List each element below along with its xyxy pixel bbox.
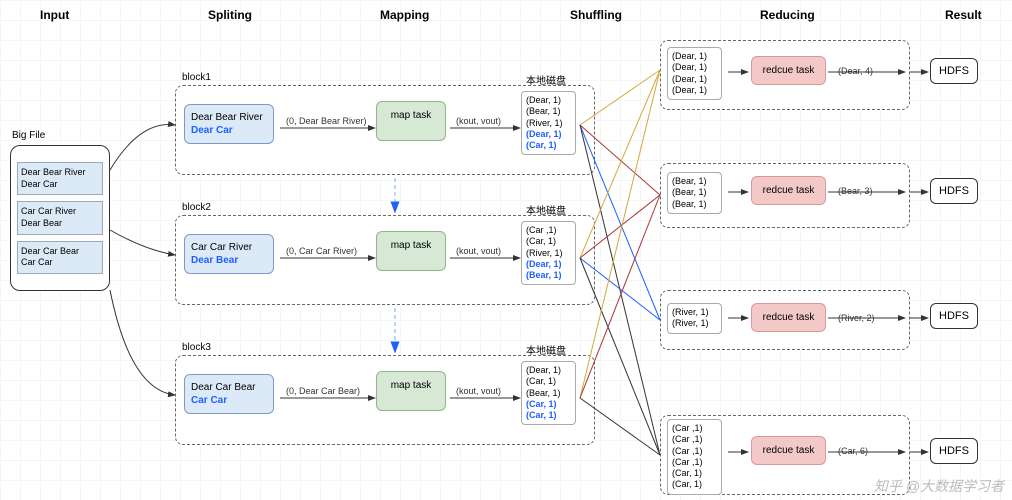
reduce-task: redcue task	[751, 436, 826, 465]
kv: (Car, 1)	[526, 410, 571, 421]
kv: (River, 1)	[672, 318, 717, 329]
watermark: 知乎 @大数据学习者	[874, 476, 1004, 496]
reduce-out: (Bear, 3)	[836, 186, 875, 196]
kv: (Car ,1)	[672, 457, 717, 468]
kv: (Bear, 1)	[526, 388, 571, 399]
hdfs-box: HDFS	[930, 178, 978, 204]
kv: (Car ,1)	[672, 434, 717, 445]
reduce-task: redcue task	[751, 56, 826, 85]
block3-label: block3	[182, 342, 211, 353]
split-line: Dear Car	[191, 124, 267, 137]
file-item: Car Car River Dear Bear	[17, 201, 103, 234]
block2-split: Car Car River Dear Bear	[184, 234, 274, 274]
shuffle-in: (Car ,1) (Car ,1) (Car ,1) (Car ,1) (Car…	[667, 419, 722, 495]
split-line: Dear Bear	[191, 254, 267, 267]
kv: (River, 1)	[526, 118, 571, 129]
split-line: Car Car River	[191, 241, 267, 254]
kv: (Bear, 1)	[526, 270, 571, 281]
header-input: Input	[40, 8, 69, 22]
map-box: map task	[376, 371, 446, 411]
bigfile-box: Dear Bear River Dear Car Car Car River D…	[10, 145, 110, 291]
reduce-task: redcue task	[751, 176, 826, 205]
kv: (Dear, 1)	[672, 51, 717, 62]
block3-group: block3 Dear Car Bear Car Car (0, Dear Ca…	[175, 355, 595, 445]
split-line: Dear Bear River	[191, 111, 267, 124]
kv: (Dear, 1)	[672, 74, 717, 85]
kv: (River, 1)	[672, 307, 717, 318]
kv: (Dear, 1)	[526, 95, 571, 106]
split-line: Dear Car Bear	[191, 381, 267, 394]
kv: (Dear, 1)	[672, 62, 717, 73]
header-splitting: Spliting	[208, 8, 252, 22]
map-box: map task	[376, 101, 446, 141]
reducer-car: (Car ,1) (Car ,1) (Car ,1) (Car ,1) (Car…	[660, 415, 910, 495]
file-item: Dear Car Bear Car Car	[17, 241, 103, 274]
kv: (Bear, 1)	[672, 187, 717, 198]
map-out-label: (kout, vout)	[454, 116, 503, 126]
kv: (Car, 1)	[526, 236, 571, 247]
header-reducing: Reducing	[760, 8, 815, 22]
reducer-bear: (Bear, 1) (Bear, 1) (Bear, 1) redcue tas…	[660, 163, 910, 228]
reduce-out: (Dear, 4)	[836, 66, 875, 76]
kv: (Dear, 1)	[672, 85, 717, 96]
header-mapping: Mapping	[380, 8, 429, 22]
kv: (Car, 1)	[526, 376, 571, 387]
hdfs-box: HDFS	[930, 58, 978, 84]
disk-label: 本地磁盘	[526, 202, 566, 217]
kv: (Bear, 1)	[672, 176, 717, 187]
kv: (Car, 1)	[672, 479, 717, 490]
block1-label: block1	[182, 72, 211, 83]
reducer-dear: (Dear, 1) (Dear, 1) (Dear, 1) (Dear, 1) …	[660, 40, 910, 110]
kv: (Car, 1)	[672, 468, 717, 479]
shuffle-in: (Bear, 1) (Bear, 1) (Bear, 1)	[667, 172, 722, 214]
block2-label: block2	[182, 202, 211, 213]
kv: (River, 1)	[526, 248, 571, 259]
map-in-label: (0, Dear Bear River)	[284, 116, 369, 126]
kv: (Dear, 1)	[526, 129, 571, 140]
map-out-label: (kout, vout)	[454, 246, 503, 256]
kv-box: (Dear, 1) (Car, 1) (Bear, 1) (Car, 1) (C…	[521, 361, 576, 425]
kv: (Dear, 1)	[526, 259, 571, 270]
reduce-out: (Car, 6)	[836, 446, 870, 456]
disk-label: 本地磁盘	[526, 342, 566, 357]
kv-box: (Car ,1) (Car, 1) (River, 1) (Dear, 1) (…	[521, 221, 576, 285]
map-out-label: (kout, vout)	[454, 386, 503, 396]
reducer-river: (River, 1) (River, 1) redcue task (River…	[660, 290, 910, 350]
shuffle-in: (River, 1) (River, 1)	[667, 303, 722, 334]
kv: (Car ,1)	[526, 225, 571, 236]
block1-group: block1 Dear Bear River Dear Car (0, Dear…	[175, 85, 595, 175]
kv: (Car, 1)	[526, 399, 571, 410]
reduce-task: redcue task	[751, 303, 826, 332]
reduce-out: (River, 2)	[836, 313, 877, 323]
kv: (Dear, 1)	[526, 365, 571, 376]
block1-split: Dear Bear River Dear Car	[184, 104, 274, 144]
disk-label: 本地磁盘	[526, 72, 566, 87]
kv: (Bear, 1)	[526, 106, 571, 117]
map-in-label: (0, Dear Car Bear)	[284, 386, 362, 396]
block3-split: Dear Car Bear Car Car	[184, 374, 274, 414]
header-shuffling: Shuffling	[570, 8, 622, 22]
kv: (Car ,1)	[672, 446, 717, 457]
file-item: Dear Bear River Dear Car	[17, 162, 103, 195]
split-line: Car Car	[191, 394, 267, 407]
hdfs-box: HDFS	[930, 438, 978, 464]
kv-box: (Dear, 1) (Bear, 1) (River, 1) (Dear, 1)…	[521, 91, 576, 155]
block2-group: block2 Car Car River Dear Bear (0, Car C…	[175, 215, 595, 305]
header-result: Result	[945, 8, 982, 22]
kv: (Bear, 1)	[672, 199, 717, 210]
kv: (Car ,1)	[672, 423, 717, 434]
bigfile-title: Big File	[12, 130, 45, 141]
map-in-label: (0, Car Car River)	[284, 246, 359, 256]
shuffle-in: (Dear, 1) (Dear, 1) (Dear, 1) (Dear, 1)	[667, 47, 722, 100]
map-box: map task	[376, 231, 446, 271]
hdfs-box: HDFS	[930, 303, 978, 329]
kv: (Car, 1)	[526, 140, 571, 151]
